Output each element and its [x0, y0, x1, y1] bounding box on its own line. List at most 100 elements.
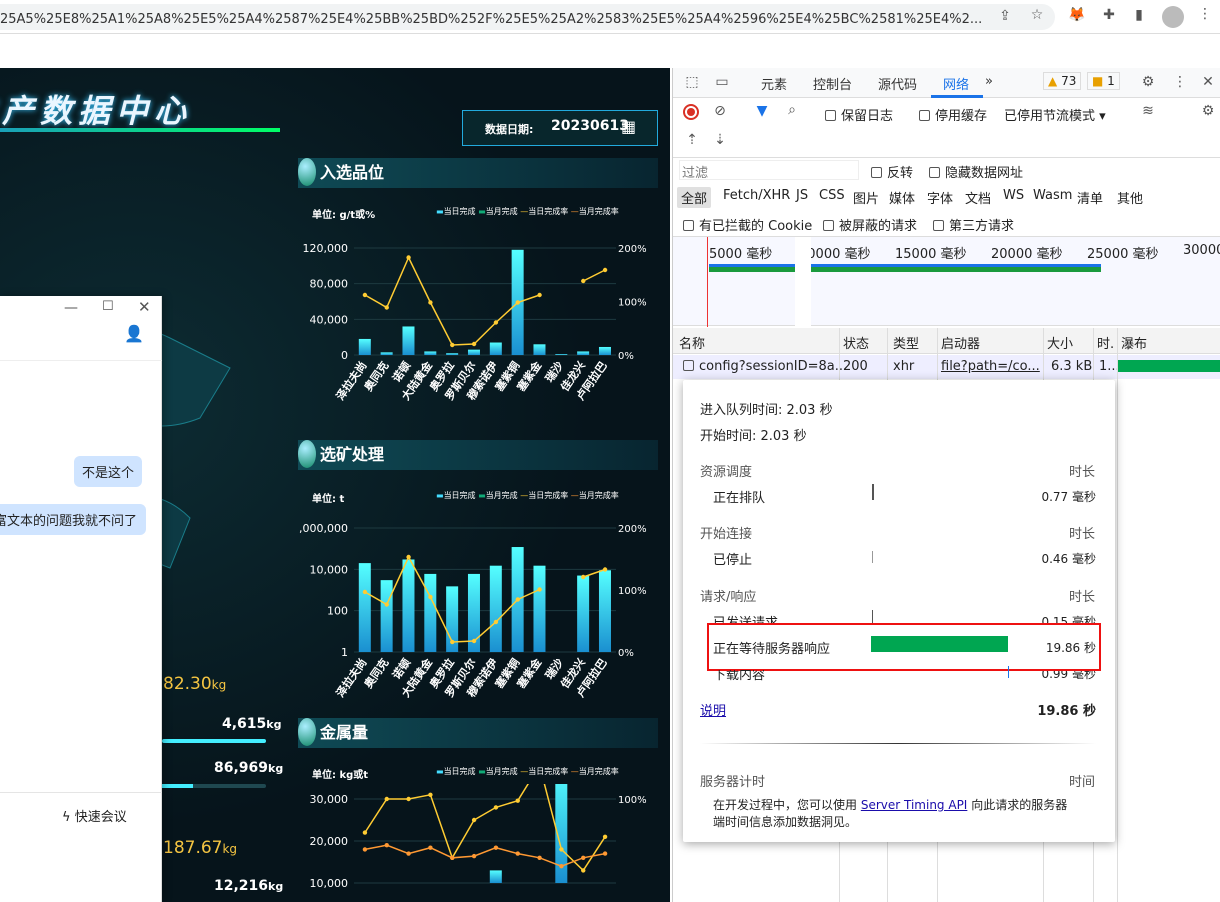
y-tick-label: 1	[341, 646, 348, 659]
legend-item: ▬	[478, 767, 486, 776]
throttle-select[interactable]: 已停用节流模式 ▾	[1004, 105, 1106, 124]
explanation-link[interactable]: 说明	[700, 700, 726, 719]
record-icon[interactable]	[683, 104, 699, 120]
profile-avatar[interactable]	[1162, 6, 1184, 28]
close-devtools-icon[interactable]: ✕	[1199, 74, 1217, 90]
share-icon[interactable]: ⇪	[996, 8, 1014, 24]
waiting-label: 正在等待服务器响应	[713, 642, 831, 657]
series-point	[450, 342, 455, 348]
type-filter-css[interactable]: CSS	[819, 188, 845, 203]
calendar-icon[interactable]: ▦	[621, 117, 636, 136]
series-point	[471, 341, 477, 347]
inspect-element-icon[interactable]: ⬚	[683, 74, 701, 90]
tab-sources[interactable]: 源代码	[878, 74, 917, 93]
network-conditions-icon[interactable]: ≋	[1139, 103, 1157, 119]
type-filter-wasm[interactable]: Wasm	[1033, 188, 1072, 203]
type-filter-media[interactable]: 媒体	[889, 188, 915, 207]
server-timing-api-link[interactable]: Server Timing API	[861, 798, 968, 812]
series-point	[428, 300, 433, 305]
preserve-log-checkbox[interactable]: 保留日志	[825, 105, 893, 124]
filter-icon[interactable]: ▼	[753, 103, 771, 119]
series-point	[450, 639, 455, 645]
type-filter-other[interactable]: 其他	[1117, 188, 1143, 207]
legend-label: 当月完成	[485, 767, 518, 776]
disable-cache-checkbox[interactable]: 停用缓存	[919, 105, 987, 124]
device-toolbar-icon[interactable]: ▭	[713, 74, 731, 90]
column-name[interactable]: 名称	[679, 333, 705, 352]
blocked-cookies-checkbox[interactable]: 有已拦截的 Cookie	[683, 215, 812, 234]
legend-label: 当日完成率	[528, 491, 569, 500]
bookmark-star-icon[interactable]: ☆	[1028, 7, 1046, 23]
column-size[interactable]: 大小	[1047, 333, 1073, 352]
maximize-icon[interactable]: ☐	[102, 299, 114, 314]
chart-processing: 1,000,00010,0001001200%100%0%泽拉夫尚奥同克诺顿大陆…	[298, 522, 647, 700]
third-party-checkbox[interactable]: 第三方请求	[933, 215, 1014, 234]
column-status[interactable]: 状态	[843, 333, 869, 352]
bar	[577, 575, 590, 652]
type-filter-xhr[interactable]: Fetch/XHR	[723, 188, 790, 203]
messages-badge[interactable]: ■ 1	[1087, 72, 1120, 90]
more-options-icon[interactable]: ⋮	[1171, 74, 1189, 90]
type-filter-doc[interactable]: 文档	[965, 188, 991, 207]
series-point	[384, 843, 389, 848]
tab-network[interactable]: 网络	[943, 74, 969, 93]
invert-checkbox[interactable]: 反转	[871, 162, 913, 181]
type-filter-all[interactable]: 全部	[677, 187, 712, 208]
row-status: 200	[843, 359, 868, 374]
series-point	[559, 847, 564, 852]
row-initiator-link[interactable]: file?path=/co...	[941, 359, 1040, 374]
legend-label: 当月完成	[485, 207, 518, 216]
settings-gear-icon[interactable]: ⚙	[1139, 74, 1157, 90]
column-type[interactable]: 类型	[893, 333, 919, 352]
tab-elements[interactable]: 元素	[761, 74, 787, 93]
add-member-icon[interactable]: 👤	[124, 324, 144, 343]
import-har-icon[interactable]: ⇡	[683, 132, 701, 148]
more-tabs-icon[interactable]: »	[985, 74, 993, 89]
panel-title: 金属量	[298, 718, 658, 748]
timeline-tick: 15000 毫秒	[895, 247, 967, 262]
bar	[598, 570, 611, 652]
type-filter-manifest[interactable]: 清单	[1077, 188, 1103, 207]
browser-menu-icon[interactable]: ⋮	[1196, 6, 1214, 22]
type-filter-js[interactable]: JS	[796, 188, 808, 203]
column-waterfall[interactable]: 瀑布	[1121, 333, 1147, 352]
filter-input[interactable]: 过滤	[679, 160, 859, 181]
address-bar[interactable]: 25A5%25E8%25A1%25A8%25E5%25A4%2587%25E4%…	[0, 4, 1055, 30]
legend-label: 当月完成	[485, 491, 518, 500]
quick-meeting-button[interactable]: ϟ 快速会议	[62, 806, 127, 825]
series-point	[471, 638, 477, 644]
y-tick-label: 100	[327, 605, 348, 618]
blocked-requests-checkbox[interactable]: 被屏蔽的请求	[823, 215, 917, 234]
minimize-icon[interactable]: —	[64, 300, 78, 316]
divider	[0, 792, 162, 793]
column-initiator[interactable]: 启动器	[941, 333, 980, 352]
date-display[interactable]: 数据日期: 20230613 ▦	[462, 110, 658, 146]
y-tick-label: 30,000	[310, 793, 349, 806]
network-settings-icon[interactable]: ⚙	[1199, 103, 1217, 119]
timeline-overview[interactable]: 5000 毫秒 10000 毫秒 15000 毫秒 20000 毫秒 25000…	[673, 236, 1220, 327]
clear-icon[interactable]: ⊘	[711, 103, 729, 119]
export-har-icon[interactable]: ⇣	[711, 132, 729, 148]
search-icon[interactable]: ⌕	[783, 102, 801, 118]
panel-unit: 单位: t	[312, 494, 345, 505]
tab-console[interactable]: 控制台	[813, 74, 852, 93]
metamask-extension-icon[interactable]: 🦊	[1068, 7, 1086, 23]
extensions-puzzle-icon[interactable]: ✚	[1100, 7, 1118, 23]
chevron-down-icon: ▾	[1099, 109, 1106, 124]
series-point	[581, 855, 586, 860]
side-panel-icon[interactable]: ▮	[1130, 7, 1148, 23]
series-point	[581, 574, 586, 580]
stat-value-1: 82.30kg	[163, 674, 227, 694]
hide-data-urls-checkbox[interactable]: 隐藏数据网址	[929, 162, 1023, 181]
panel-legend: ▬当日完成 ▬当月完成 —当日完成率 —当月完成率	[436, 490, 651, 501]
type-filter-font[interactable]: 字体	[927, 188, 953, 207]
type-filter-ws[interactable]: WS	[1003, 188, 1024, 203]
chat-bubble: 富文本的问题我就不问了	[0, 504, 146, 535]
warnings-badge[interactable]: ▲ 73	[1043, 72, 1082, 90]
column-time[interactable]: 时.	[1097, 333, 1114, 352]
legend-label: 当日完成率	[528, 207, 569, 216]
close-icon[interactable]: ✕	[138, 298, 151, 316]
legend-item: ▬	[436, 491, 444, 500]
table-row[interactable]: config?sessionID=8a... 200 xhr file?path…	[673, 355, 1220, 379]
type-filter-img[interactable]: 图片	[853, 188, 879, 207]
